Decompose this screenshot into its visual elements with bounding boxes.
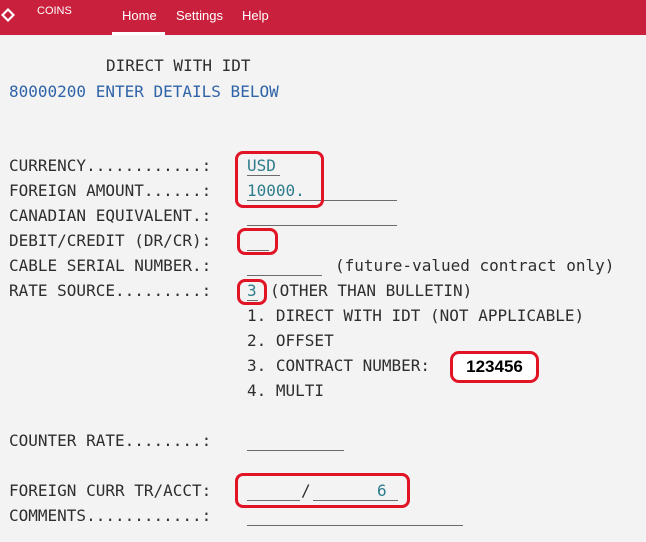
nav-help[interactable]: Help: [242, 8, 269, 23]
app-brand: COINS: [37, 5, 72, 17]
foreign-curr-highlight: [235, 473, 410, 508]
top-navigation-bar: COINS Home Settings Help: [0, 0, 646, 35]
rate-option-4: 4. MULTI: [247, 381, 325, 400]
currency-label: CURRENCY............:: [9, 156, 212, 175]
foreign-curr-label: FOREIGN CURR TR/ACCT:: [9, 481, 212, 500]
rate-source-note: (OTHER THAN BULLETIN): [270, 281, 473, 300]
debit-credit-label: DEBIT/CREDIT (DR/CR):: [9, 231, 212, 250]
canadian-equivalent-label: CANADIAN EQUIVALENT.:: [9, 206, 212, 225]
nav-settings[interactable]: Settings: [176, 8, 223, 23]
nav-home[interactable]: Home: [122, 8, 157, 23]
rate-option-1: 1. DIRECT WITH IDT (NOT APPLICABLE): [247, 306, 585, 325]
rate-option-3: 3. CONTRACT NUMBER:: [247, 356, 431, 375]
canadian-equivalent-field[interactable]: [247, 225, 397, 226]
currency-amount-highlight: [235, 151, 324, 208]
comments-field[interactable]: [247, 525, 463, 526]
rate-option-2: 2. OFFSET: [247, 331, 334, 350]
rate-source-label: RATE SOURCE.........:: [9, 281, 212, 300]
status-message: 80000200 ENTER DETAILS BELOW: [9, 82, 279, 101]
screen-title: DIRECT WITH IDT: [106, 56, 251, 75]
rate-source-highlight: [237, 279, 267, 305]
foreign-amount-label: FOREIGN AMOUNT......:: [9, 181, 212, 200]
cable-serial-note: (future-valued contract only): [335, 256, 615, 275]
debit-credit-highlight: [237, 228, 278, 255]
coins-logo-icon: [1, 8, 15, 22]
comments-label: COMMENTS............:: [9, 506, 212, 525]
counter-rate-label: COUNTER RATE........:: [9, 431, 212, 450]
counter-rate-field[interactable]: [247, 450, 344, 451]
nav-home-active-indicator: [112, 32, 165, 35]
cable-serial-field[interactable]: [247, 275, 322, 276]
contract-number-callout[interactable]: 123456: [450, 351, 539, 383]
cable-serial-label: CABLE SERIAL NUMBER.:: [9, 256, 212, 275]
